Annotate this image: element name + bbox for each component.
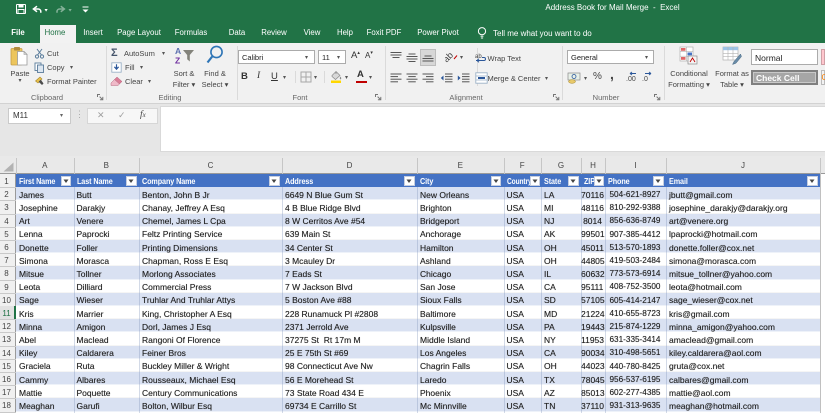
- svg-text:A: A: [175, 46, 181, 56]
- svg-text:.0: .0: [642, 76, 648, 83]
- svg-text:Z: Z: [175, 56, 180, 66]
- svg-text:.00: .00: [626, 76, 636, 83]
- svg-text:ab: ab: [445, 50, 455, 63]
